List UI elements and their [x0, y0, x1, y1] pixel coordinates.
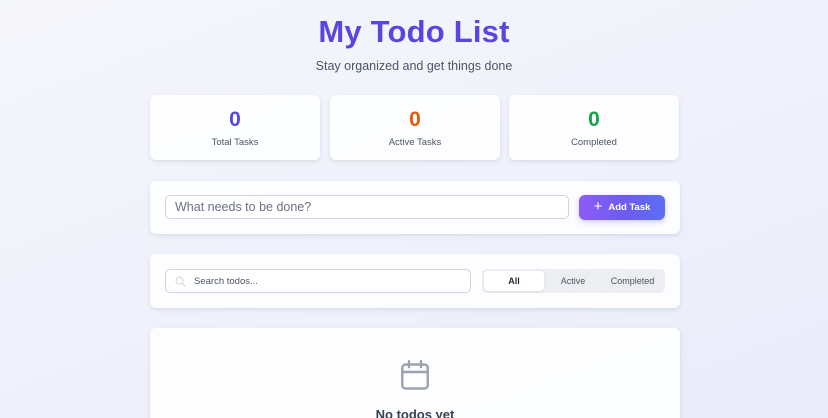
calendar-icon [401, 359, 429, 390]
completed-tasks-label: Completed [571, 137, 617, 148]
total-tasks-label: Total Tasks [211, 137, 259, 148]
new-task-input[interactable] [165, 195, 569, 219]
filter-card: All Active Completed [150, 254, 680, 308]
stat-card-active: 0 Active Tasks [330, 95, 500, 160]
add-task-button[interactable]: + Add Task [579, 195, 665, 220]
filter-tabs: All Active Completed [482, 269, 665, 293]
plus-icon: + [593, 198, 603, 215]
page-title: My Todo List [318, 14, 510, 49]
filter-active-button[interactable]: Active [544, 271, 602, 291]
stat-card-completed: 0 Completed [509, 95, 679, 160]
active-tasks-label: Active Tasks [388, 137, 442, 148]
search-box[interactable] [165, 269, 471, 293]
search-icon [175, 276, 186, 287]
empty-state-card: No todos yet [150, 328, 680, 418]
search-input[interactable] [194, 270, 464, 292]
add-task-button-label: Add Task [608, 202, 651, 213]
empty-state-title: No todos yet [375, 407, 455, 418]
active-tasks-count: 0 [409, 108, 421, 131]
filter-completed-button[interactable]: Completed [602, 271, 663, 291]
stat-card-total: 0 Total Tasks [150, 95, 320, 160]
completed-tasks-count: 0 [588, 108, 600, 131]
total-tasks-count: 0 [229, 108, 241, 131]
add-task-card: + Add Task [150, 181, 680, 234]
page-subtitle: Stay organized and get things done [315, 59, 513, 73]
filter-all-button[interactable]: All [484, 271, 544, 291]
